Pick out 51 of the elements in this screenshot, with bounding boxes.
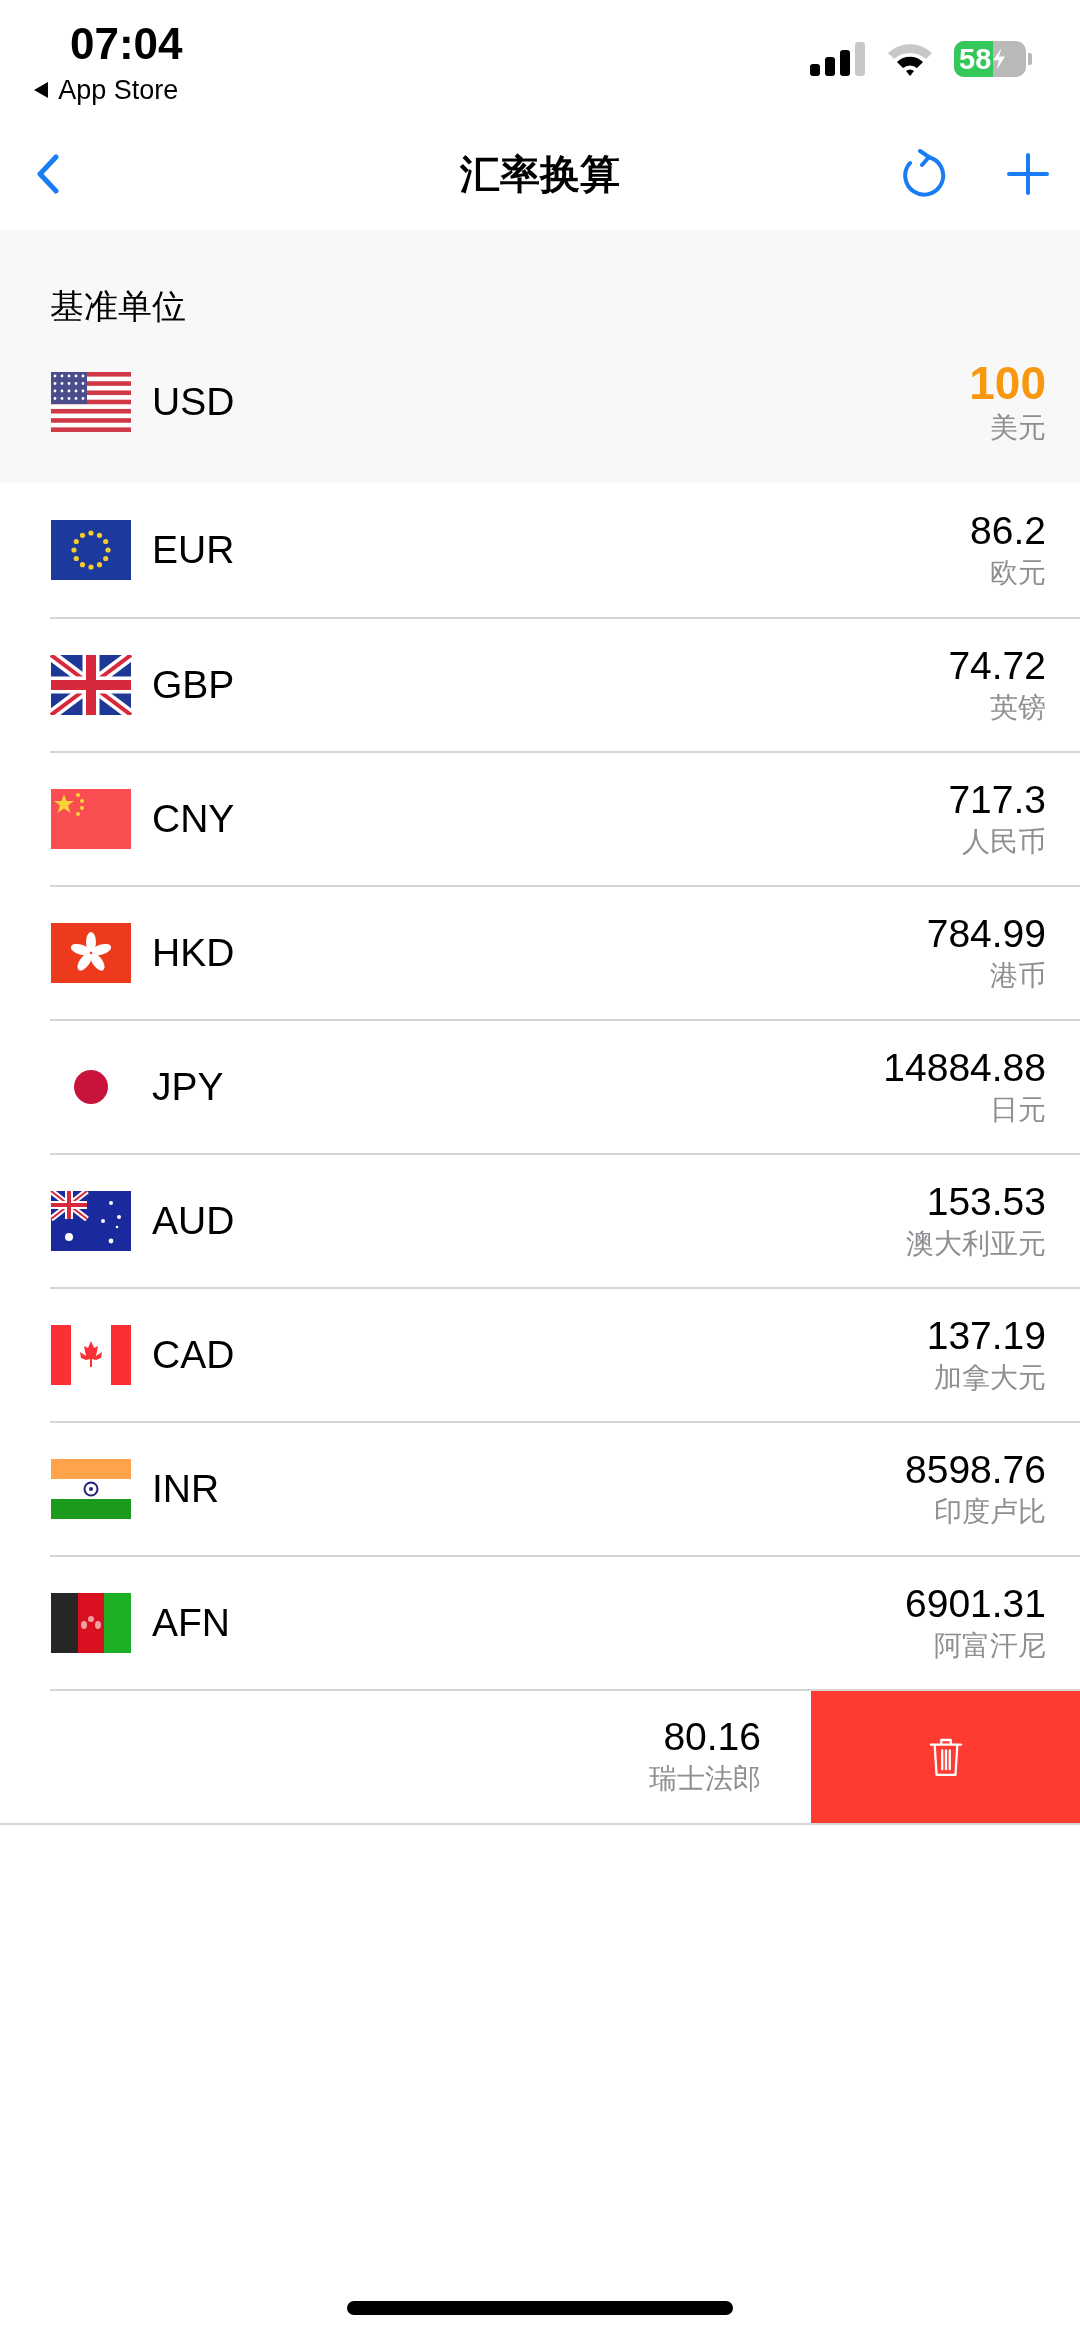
currency-name: 人民币 bbox=[962, 825, 1046, 859]
converted-amount: 784.99 bbox=[926, 911, 1046, 957]
section-header: 基准单位 bbox=[49, 286, 186, 326]
currency-code: HKD bbox=[152, 931, 235, 975]
currency-code: AFN bbox=[152, 1601, 230, 1645]
signal-icon bbox=[810, 42, 866, 76]
currency-code: AUD bbox=[152, 1199, 235, 1243]
currency-code: USD bbox=[152, 380, 235, 424]
converted-amount: 6901.31 bbox=[905, 1581, 1046, 1627]
add-button[interactable] bbox=[1006, 152, 1050, 196]
converted-amount: 80.16 bbox=[663, 1714, 761, 1760]
flag-icon bbox=[50, 1459, 132, 1519]
flag-icon bbox=[50, 1593, 132, 1653]
currency-name: 加拿大元 bbox=[934, 1361, 1046, 1395]
back-to-app-link[interactable]: App Store bbox=[34, 72, 179, 108]
converted-amount: 14884.88 bbox=[883, 1045, 1046, 1091]
flag-icon bbox=[50, 1325, 132, 1385]
battery-level: 58 bbox=[954, 41, 994, 77]
status-time: 07:04 bbox=[70, 18, 183, 70]
currency-name: 美元 bbox=[990, 411, 1046, 445]
currency-name: 港币 bbox=[990, 959, 1046, 993]
currency-name: 日元 bbox=[990, 1093, 1046, 1127]
converted-amount: 74.72 bbox=[948, 643, 1046, 689]
flag-icon bbox=[50, 923, 132, 983]
converted-amount: 137.19 bbox=[926, 1313, 1046, 1359]
currency-name: 欧元 bbox=[990, 556, 1046, 590]
currency-code: CNY bbox=[152, 797, 235, 841]
currency-name: 英镑 bbox=[990, 691, 1046, 725]
flag-icon bbox=[50, 520, 132, 580]
back-button[interactable] bbox=[36, 154, 60, 194]
nav-title: 汇率换算 bbox=[459, 150, 621, 198]
flag-icon bbox=[50, 1191, 132, 1251]
trash-icon bbox=[928, 1736, 963, 1778]
currency-name: 瑞士法郎 bbox=[649, 1762, 761, 1796]
wifi-icon bbox=[886, 41, 934, 77]
converted-amount: 717.3 bbox=[948, 777, 1046, 823]
converted-amount: 86.2 bbox=[970, 508, 1046, 554]
converted-amount: 8598.76 bbox=[905, 1447, 1046, 1493]
currency-name: 阿富汗尼 bbox=[934, 1629, 1046, 1663]
flag-icon bbox=[50, 372, 132, 432]
converted-amount: 153.53 bbox=[926, 1179, 1046, 1225]
flag-icon bbox=[50, 655, 132, 715]
currency-code: JPY bbox=[152, 1065, 224, 1109]
currency-code: CAD bbox=[152, 1333, 235, 1377]
currency-name: 印度卢比 bbox=[934, 1495, 1046, 1529]
back-triangle-icon bbox=[34, 82, 49, 98]
currency-code: GBP bbox=[152, 663, 235, 707]
currency-name: 澳大利亚元 bbox=[906, 1227, 1046, 1261]
currency-code: INR bbox=[152, 1467, 220, 1511]
flag-icon bbox=[50, 789, 132, 849]
currency-code: EUR bbox=[152, 528, 235, 572]
